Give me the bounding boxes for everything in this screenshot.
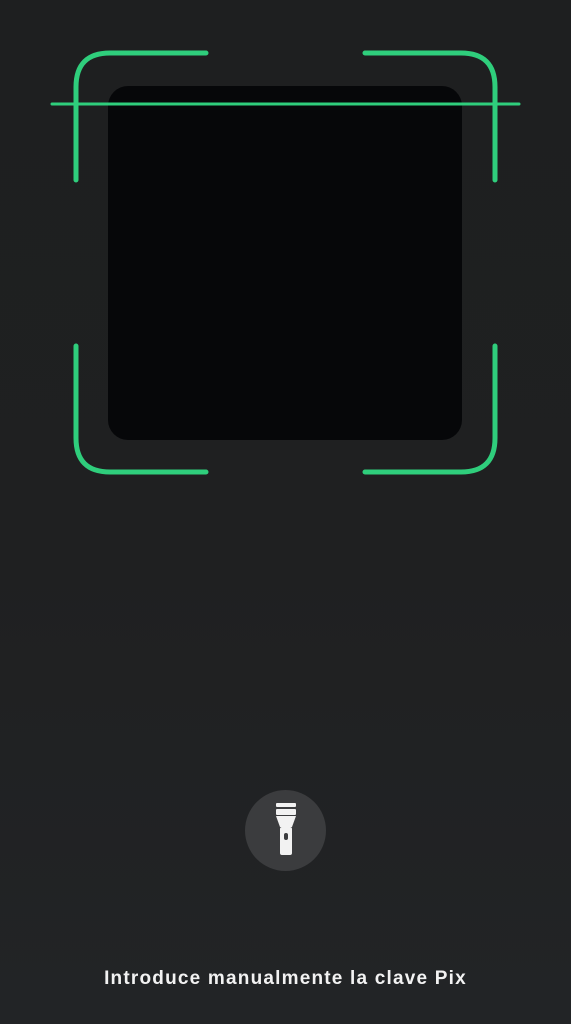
manual-entry-link[interactable]: Introduce manualmente la clave Pix — [0, 968, 571, 990]
flashlight-toggle-button[interactable] — [245, 790, 326, 871]
flashlight-icon — [275, 802, 296, 859]
camera-viewfinder — [108, 86, 462, 440]
